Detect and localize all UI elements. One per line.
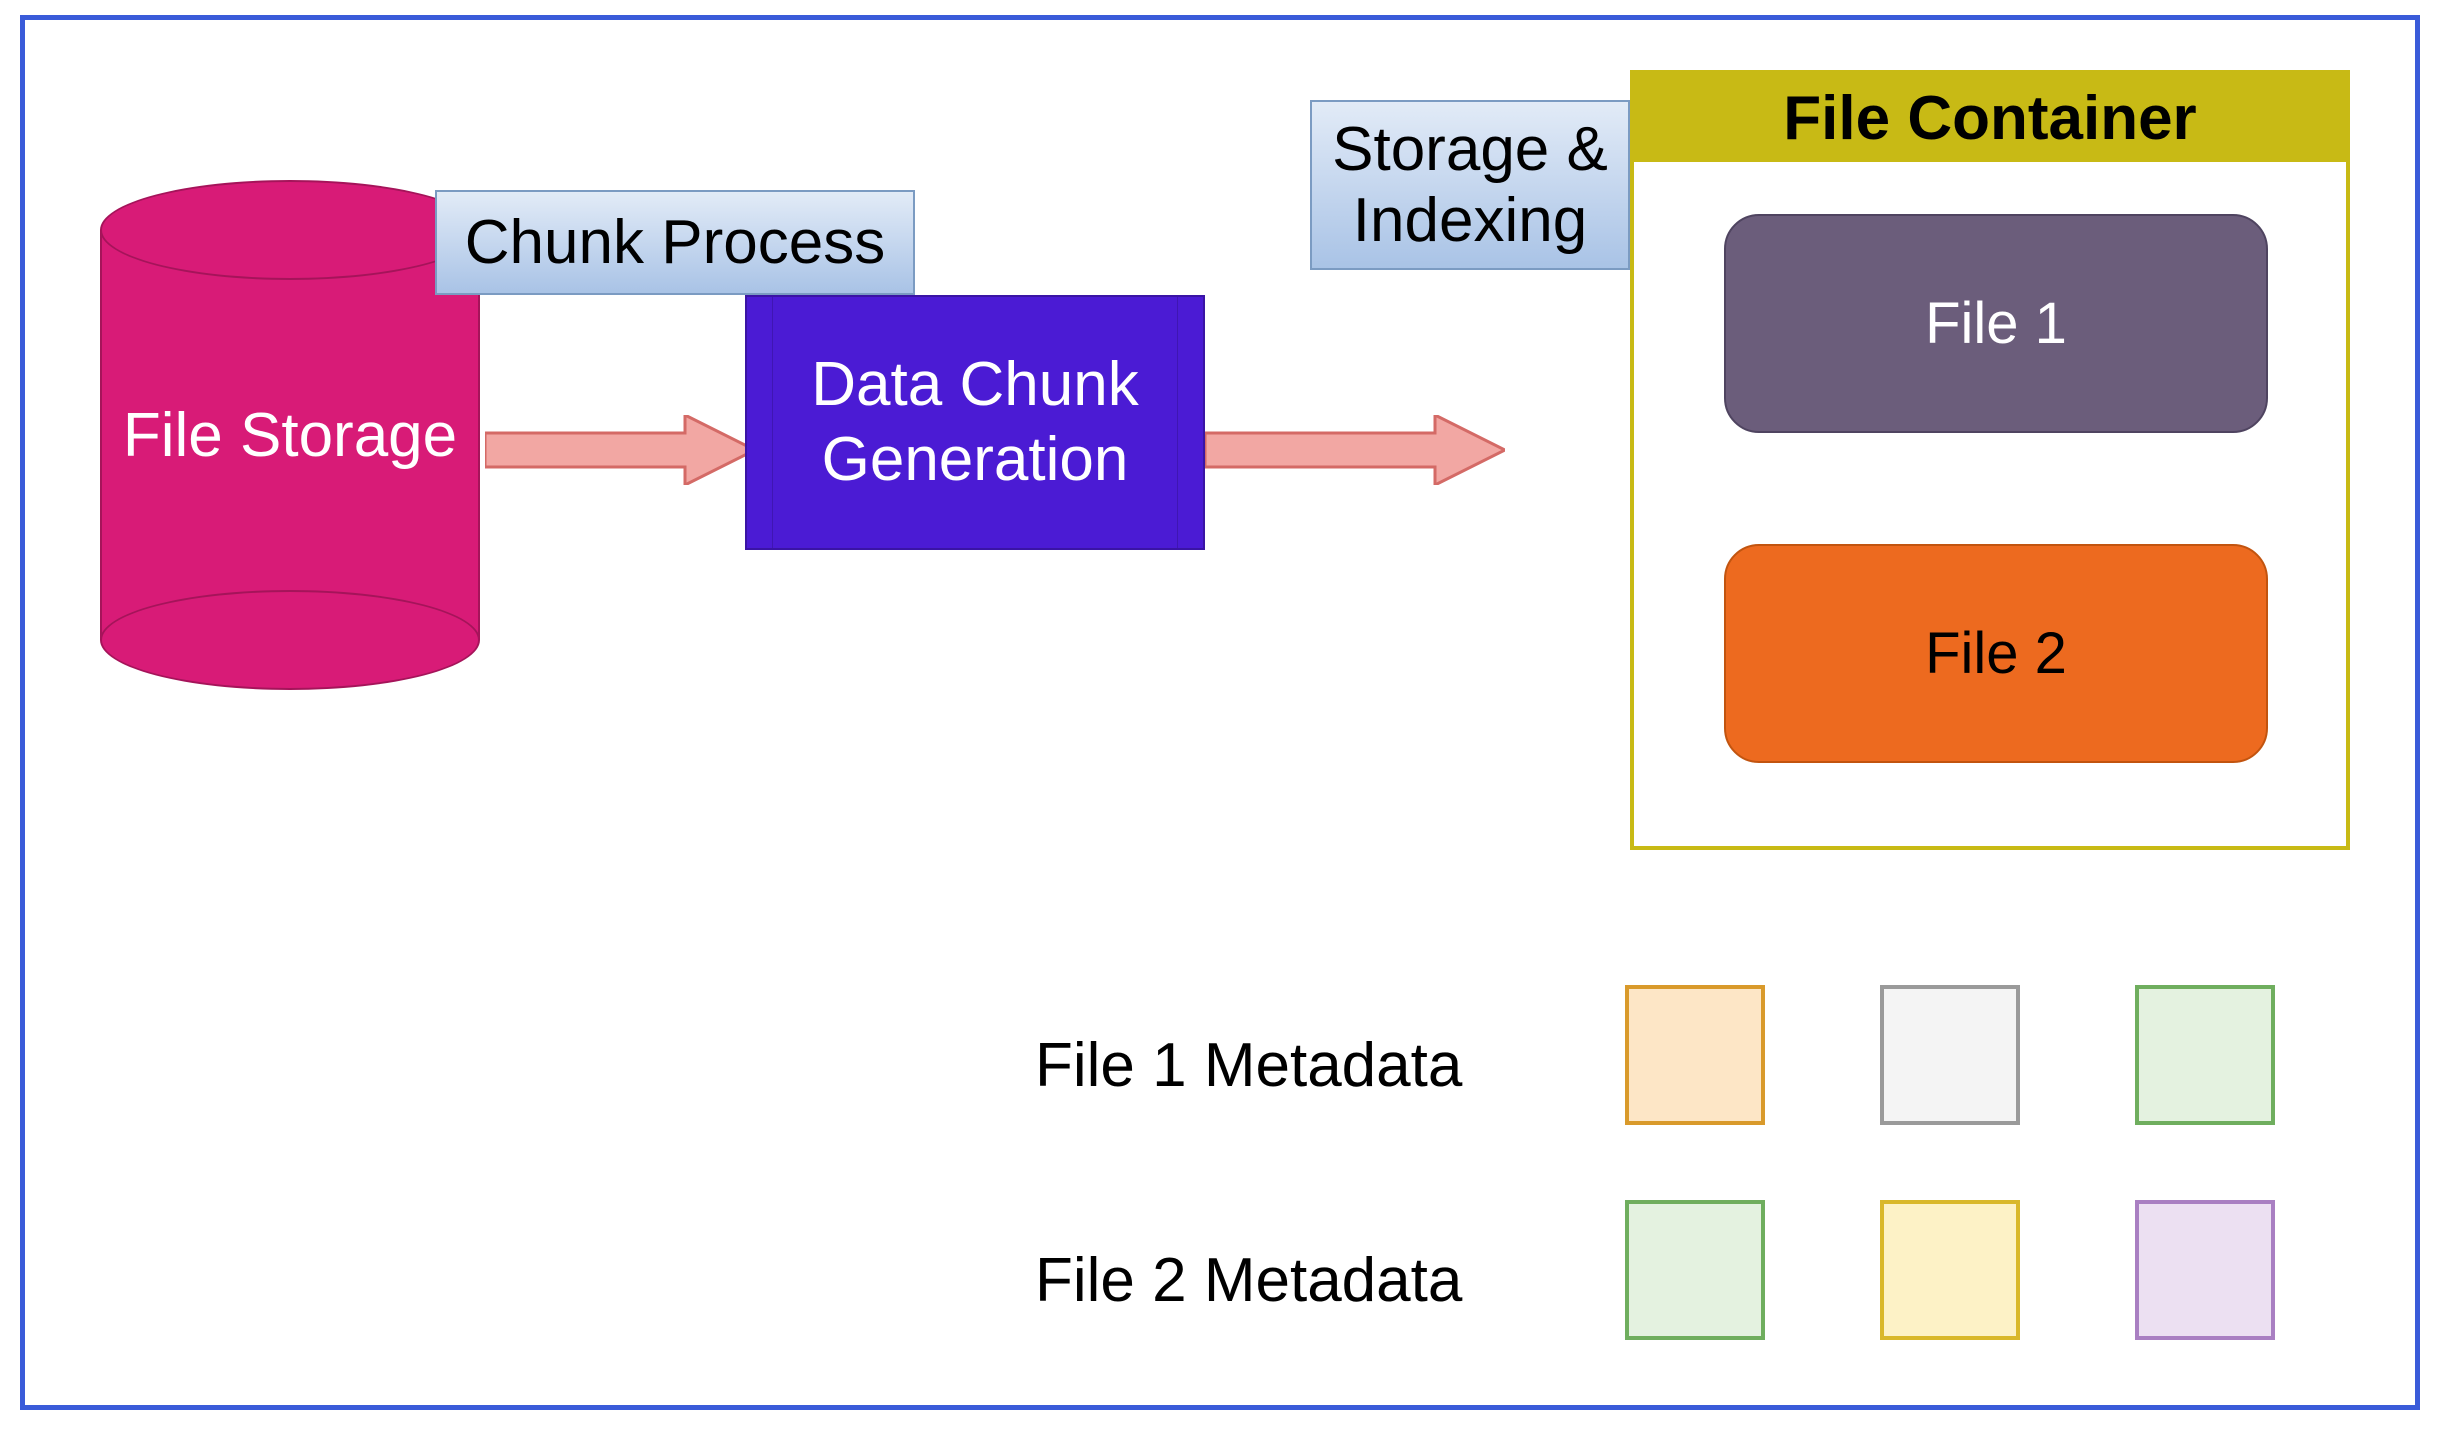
file-1-box: File 1 xyxy=(1724,214,2268,433)
storage-indexing-label: Storage &Indexing xyxy=(1310,100,1630,270)
file1-swatch-2 xyxy=(2135,985,2275,1125)
file-1-label: File 1 xyxy=(1925,290,2067,357)
chunk-process-label: Chunk Process xyxy=(435,190,915,295)
file2-swatch-2 xyxy=(2135,1200,2275,1340)
data-chunk-generation-label: Data Chunk Generation xyxy=(811,348,1138,497)
file-2-metadata-label: File 2 Metadata xyxy=(1035,1245,1462,1316)
file-1-metadata-label: File 1 Metadata xyxy=(1035,1030,1462,1101)
file-storage-cylinder: File Storage xyxy=(100,180,480,690)
file-2-box: File 2 xyxy=(1724,544,2268,763)
file2-swatch-0 xyxy=(1625,1200,1765,1340)
file1-swatch-1 xyxy=(1880,985,2020,1125)
file1-swatch-0 xyxy=(1625,985,1765,1125)
diagram-frame: File Storage Chunk Process Data Chunk Ge… xyxy=(20,15,2420,1410)
file-container: File Container File 1 File 2 xyxy=(1630,70,2350,850)
arrow-1 xyxy=(485,415,755,485)
chunk-inner-line-right xyxy=(1177,297,1178,548)
file-container-title: File Container xyxy=(1634,74,2346,162)
file2-swatch-1 xyxy=(1880,1200,2020,1340)
chunk-inner-line-left xyxy=(772,297,773,548)
file-2-label: File 2 xyxy=(1925,620,2067,687)
data-chunk-generation-box: Data Chunk Generation xyxy=(745,295,1205,550)
file-storage-label: File Storage xyxy=(100,180,480,690)
arrow-2 xyxy=(1205,415,1505,485)
